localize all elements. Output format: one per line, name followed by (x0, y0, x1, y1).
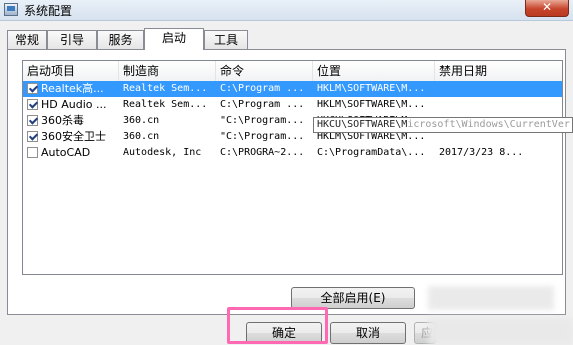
row-command: C:\Program ... (220, 99, 305, 110)
startup-panel: 启动项目 制造商 命令 位置 禁用日期 Realtek高... Realtek … (7, 49, 566, 315)
list-header: 启动项目 制造商 命令 位置 禁用日期 (23, 61, 562, 82)
table-row[interactable]: HD Audio ... Realtek Sem... C:\Program .… (23, 97, 562, 113)
row-command: C:\PROGRA~2... (220, 147, 305, 158)
row-checkbox[interactable] (27, 99, 38, 110)
row-command: "C:\Program... (220, 131, 305, 142)
disable-all-button-blurred[interactable] (428, 286, 554, 310)
startup-list[interactable]: 启动项目 制造商 命令 位置 禁用日期 Realtek高... Realtek … (22, 60, 563, 275)
ok-button-highlight (227, 307, 328, 344)
row-maker: 360.cn (123, 115, 160, 126)
row-location: HKLM\SOFTWARE\M... (317, 83, 426, 94)
row-checkbox[interactable] (27, 83, 38, 94)
row-item: Realtek高... (41, 82, 104, 95)
row-item: 360杀毒 (41, 114, 84, 127)
tab-startup[interactable]: 启动 (144, 28, 204, 50)
row-location: C:\ProgramData\... (317, 147, 426, 158)
row-checkbox[interactable] (27, 115, 38, 126)
system-config-icon (4, 3, 18, 16)
tab-services[interactable]: 服务 (97, 30, 144, 49)
row-disabled-date: 2017/3/23 8... (439, 147, 524, 158)
column-manufacturer[interactable]: 制造商 (119, 61, 216, 81)
cancel-button[interactable]: 取消 (330, 322, 406, 344)
close-button[interactable]: ✕ (525, 0, 569, 17)
column-startup-item[interactable]: 启动项目 (23, 61, 119, 81)
row-checkbox[interactable] (27, 131, 38, 142)
table-row[interactable]: Realtek高... Realtek Sem... C:\Program ..… (23, 81, 562, 97)
close-icon: ✕ (541, 0, 553, 14)
title-bar: 系统配置 ✕ (0, 0, 573, 21)
tab-boot[interactable]: 引导 (47, 30, 97, 49)
row-maker: 360.cn (123, 131, 160, 142)
row-maker: Realtek Sem... (123, 83, 208, 94)
row-location: HKLM\SOFTWARE\M... (317, 99, 426, 110)
table-row[interactable]: AutoCAD Autodesk, Inc C:\PROGRA~2... C:\… (23, 145, 562, 161)
row-maker: Autodesk, Inc (123, 147, 202, 158)
tab-tools[interactable]: 工具 (204, 30, 248, 49)
tab-general[interactable]: 常规 (7, 30, 47, 49)
enable-all-button[interactable]: 全部启用(E) (291, 287, 415, 309)
column-location[interactable]: 位置 (313, 61, 435, 81)
row-item: AutoCAD (41, 146, 91, 159)
window-title: 系统配置 (24, 4, 73, 18)
blurred-buttons-area (428, 318, 573, 345)
row-item: 360安全卫士 (41, 130, 106, 143)
row-maker: Realtek Sem... (123, 99, 208, 110)
row-command: C:\Program ... (220, 83, 305, 94)
column-command[interactable]: 命令 (216, 61, 313, 81)
row-disabled-date (439, 81, 559, 97)
location-tooltip: HKCU\SOFTWARE\Microsoft\Windows\CurrentV… (313, 117, 573, 133)
row-checkbox[interactable] (27, 147, 38, 158)
row-command: "C:\Program... (220, 115, 305, 126)
row-item: HD Audio ... (41, 98, 107, 111)
row-disabled-date (439, 97, 559, 113)
column-disabled-date[interactable]: 禁用日期 (435, 61, 562, 81)
